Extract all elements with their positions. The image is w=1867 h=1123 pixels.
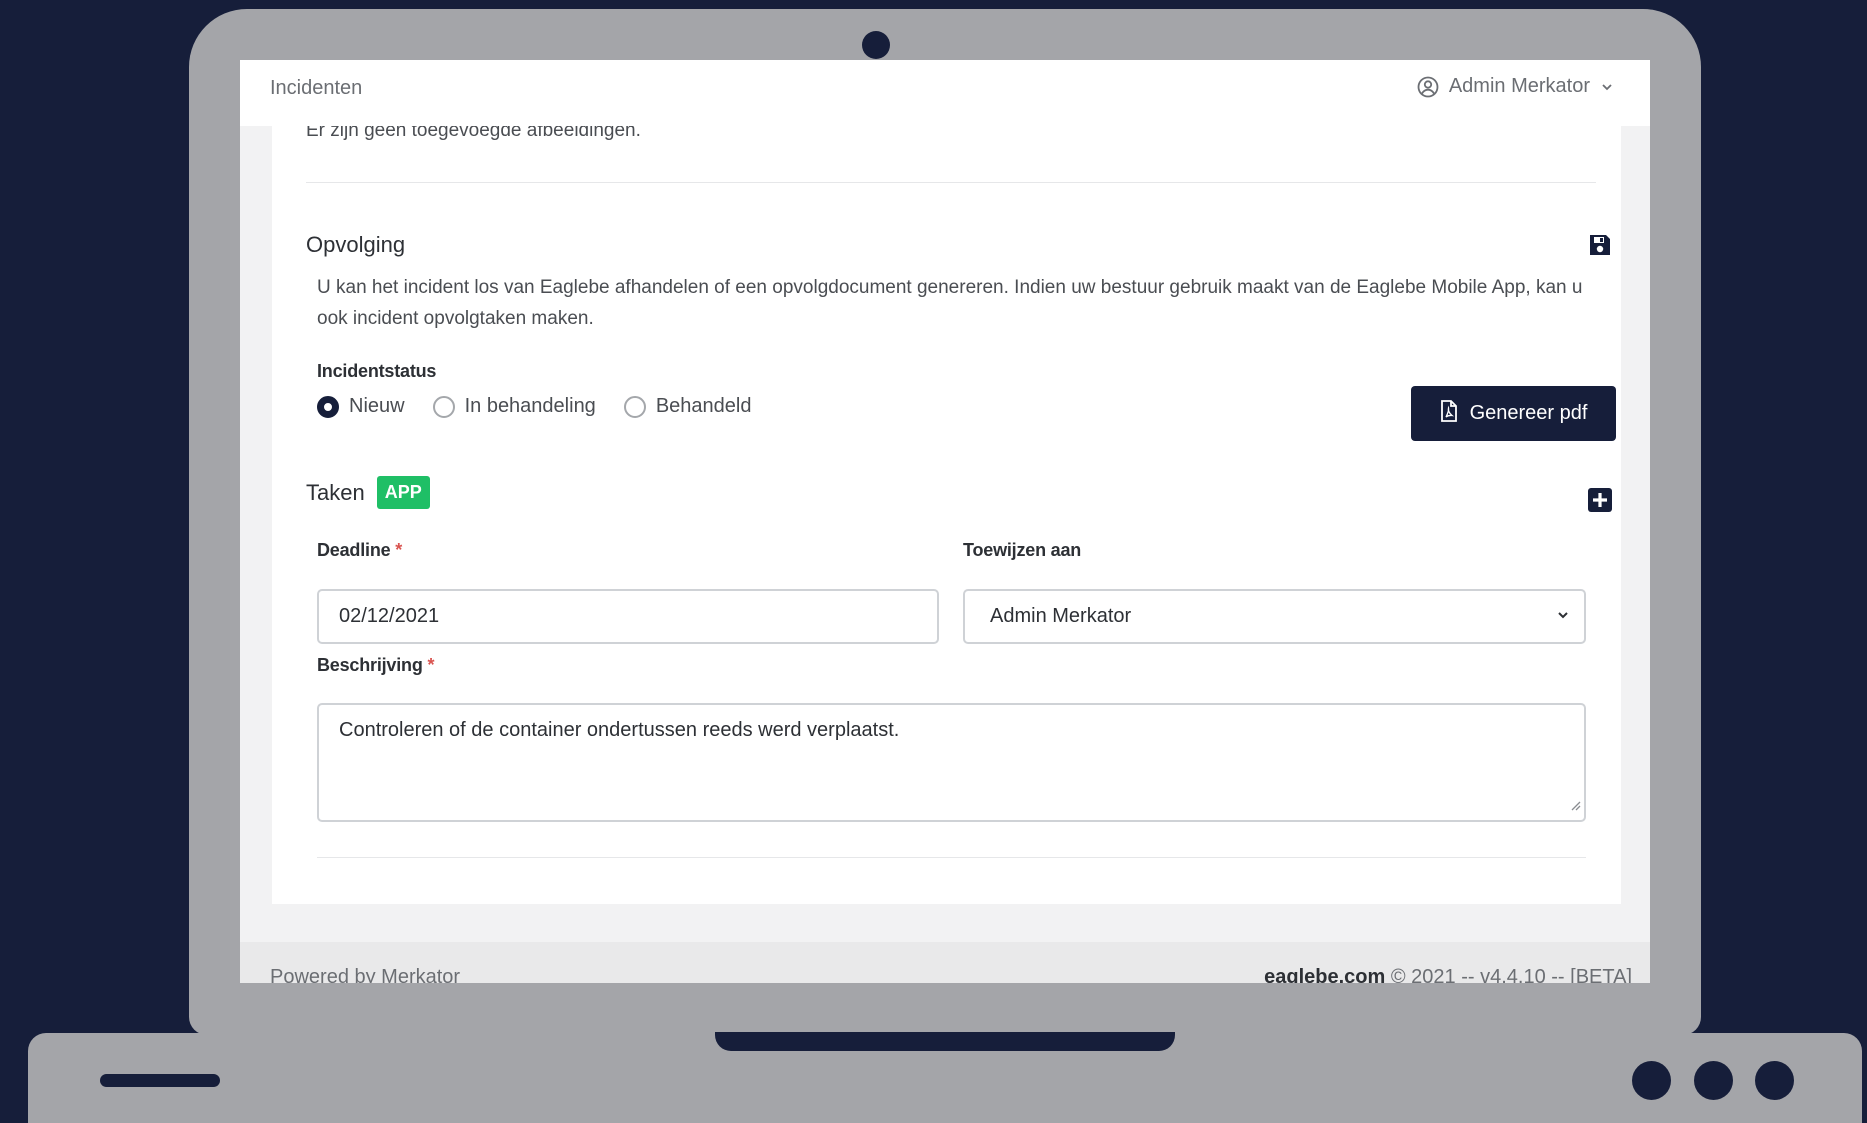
radio-label: Behandeld — [655, 395, 752, 417]
app-badge: APP — [376, 476, 430, 509]
status-radio-group: Nieuw In behandeling Behandeld — [317, 395, 779, 418]
assign-select[interactable]: Admin Merkator — [963, 589, 1586, 644]
generate-pdf-button[interactable]: Genereer pdf — [1411, 386, 1616, 441]
description-value: Controleren of de container ondertussen … — [339, 719, 900, 741]
deadline-input[interactable]: 02/12/2021 — [317, 589, 939, 644]
taken-title-text: Taken — [306, 479, 365, 505]
required-mark: * — [427, 655, 435, 675]
footer-version: eaglebe.com © 2021 -- v4.4.10 -- [BETA] — [1264, 966, 1632, 983]
laptop-dot — [1632, 1061, 1671, 1100]
site-link[interactable]: eaglebe.com — [1264, 966, 1385, 983]
deadline-label-text: Deadline — [317, 540, 391, 560]
user-menu[interactable]: Admin Merkator — [1417, 75, 1614, 98]
description-textarea[interactable]: Controleren of de container ondertussen … — [317, 703, 1586, 822]
resize-handle-icon[interactable] — [1569, 794, 1581, 817]
status-radio-nieuw[interactable]: Nieuw — [317, 395, 405, 418]
laptop-dot — [1755, 1061, 1794, 1100]
deadline-label: Deadline * — [317, 540, 402, 561]
status-radio-behandeld[interactable]: Behandeld — [623, 395, 752, 418]
description-label: Beschrijving * — [317, 655, 434, 676]
camera-icon — [862, 31, 890, 59]
opvolging-description: U kan het incident los van Eaglebe afhan… — [317, 277, 1583, 329]
add-task-icon[interactable] — [1587, 487, 1613, 518]
status-radio-in-behandeling[interactable]: In behandeling — [432, 395, 596, 418]
footer: Powered by Merkator eaglebe.com © 2021 -… — [240, 942, 1650, 983]
required-mark: * — [395, 540, 403, 560]
divider — [306, 182, 1596, 183]
chevron-down-icon — [1600, 80, 1614, 94]
laptop-slot — [100, 1074, 220, 1087]
radio-checked-icon — [317, 395, 339, 418]
generate-pdf-label: Genereer pdf — [1469, 402, 1588, 424]
description-label-text: Beschrijving — [317, 655, 423, 675]
laptop-hinge-notch — [715, 1032, 1175, 1051]
radio-label: In behandeling — [464, 395, 596, 417]
version-text: © 2021 -- v4.4.10 -- [BETA] — [1390, 966, 1632, 983]
status-label: Incidentstatus — [317, 361, 437, 381]
user-name: Admin Merkator — [1448, 75, 1590, 97]
radio-unchecked-icon — [623, 395, 646, 418]
file-pdf-icon — [1440, 399, 1458, 428]
assign-label: Toewijzen aan — [963, 540, 1082, 560]
save-icon[interactable] — [1587, 232, 1613, 263]
powered-by-text: Powered by Merkator — [270, 966, 461, 983]
top-bar: Incidenten Admin Merkator — [240, 60, 1650, 126]
deadline-value: 02/12/2021 — [339, 605, 440, 627]
radio-unchecked-icon — [432, 395, 455, 418]
section-title-opvolging: Opvolging — [306, 232, 406, 257]
laptop-dot — [1694, 1061, 1733, 1100]
section-title-taken: Taken APP — [306, 476, 430, 509]
user-circle-icon — [1417, 76, 1439, 98]
radio-label: Nieuw — [349, 395, 405, 417]
app-screen: Incidenten Admin Merkator Er zijn geen t… — [240, 60, 1650, 983]
chevron-down-icon — [1556, 605, 1570, 628]
incident-card: Er zijn geen toegevoegde afbeeldingen. O… — [272, 60, 1621, 904]
assign-value: Admin Merkator — [990, 605, 1132, 627]
divider — [317, 857, 1586, 858]
breadcrumb[interactable]: Incidenten — [270, 77, 362, 100]
